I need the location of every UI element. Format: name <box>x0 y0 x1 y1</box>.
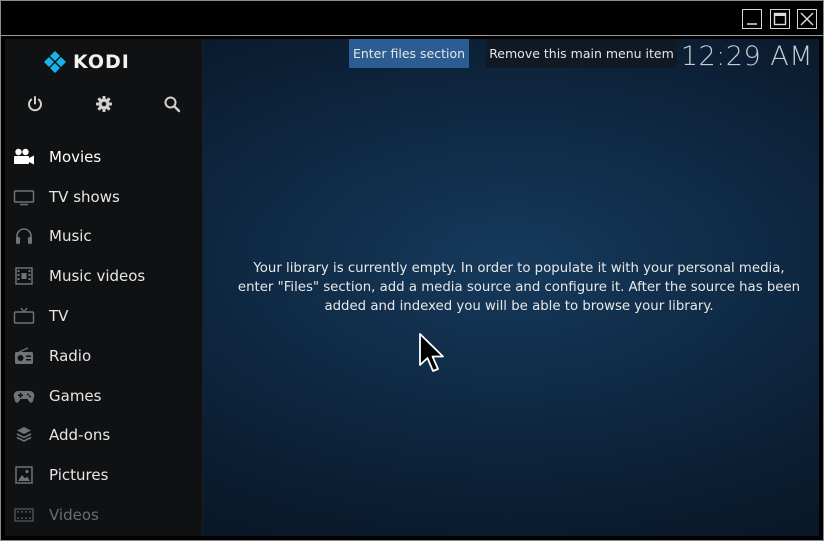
close-icon <box>800 12 814 26</box>
sidebar-item-tv[interactable]: TV <box>5 296 202 336</box>
gamepad-icon <box>13 387 35 405</box>
sidebar-item-label: Add-ons <box>49 426 111 445</box>
sidebar-item-music[interactable]: Music <box>5 217 202 257</box>
sidebar-item-label: Movies <box>49 147 102 166</box>
sidebar-item-videos[interactable]: Videos <box>5 495 202 535</box>
film-strip-icon <box>13 267 35 286</box>
sidebar-item-label: Radio <box>49 346 92 365</box>
main-menu: Movies TV shows Music Music videos TV Ra… <box>5 137 202 535</box>
sidebar-item-label: Pictures <box>49 466 109 485</box>
remove-main-menu-item-button[interactable]: Remove this main menu item <box>486 39 677 68</box>
enter-files-section-button[interactable]: Enter files section <box>349 39 469 68</box>
minimize-icon <box>747 23 757 25</box>
picture-icon <box>13 466 35 485</box>
sidebar-item-label: TV shows <box>49 187 120 206</box>
sidebar-item-pictures[interactable]: Pictures <box>5 455 202 495</box>
sidebar-item-label: Music videos <box>49 267 146 286</box>
maximize-icon <box>773 12 787 26</box>
search-button[interactable] <box>163 95 181 113</box>
sidebar-item-games[interactable]: Games <box>5 376 202 416</box>
clock: 12:29 AM <box>680 41 813 72</box>
movie-camera-icon <box>13 148 35 166</box>
sidebar-item-radio[interactable]: Radio <box>5 336 202 376</box>
tv-icon <box>13 188 35 206</box>
logo-text: KODI <box>73 51 130 73</box>
title-bar <box>1 1 823 36</box>
mouse-cursor-icon <box>419 333 444 372</box>
video-icon <box>13 506 35 524</box>
kodi-app: KODI Movies TV shows Music Music videos … <box>5 39 819 536</box>
power-button[interactable] <box>26 95 44 113</box>
radio-icon <box>13 347 35 365</box>
sidebar-item-label: Games <box>49 386 102 405</box>
sidebar: KODI Movies TV shows Music Music videos … <box>5 39 203 536</box>
sidebar-item-label: Videos <box>49 506 99 525</box>
close-button[interactable] <box>797 9 817 29</box>
app-window: KODI Movies TV shows Music Music videos … <box>0 0 824 541</box>
sidebar-item-label: TV <box>49 307 69 326</box>
minimize-button[interactable] <box>742 9 762 29</box>
sidebar-item-add-ons[interactable]: Add-ons <box>5 416 202 456</box>
sidebar-item-label: Music <box>49 227 92 246</box>
headphones-icon <box>13 227 35 245</box>
power-icon <box>28 96 42 112</box>
search-icon <box>164 96 181 113</box>
gear-icon <box>96 96 112 112</box>
empty-library-message: Your library is currently empty. In orde… <box>237 261 801 314</box>
tv-antenna-icon <box>13 307 35 325</box>
sidebar-item-music-videos[interactable]: Music videos <box>5 256 202 296</box>
maximize-button[interactable] <box>770 9 790 29</box>
kodi-logo-icon <box>44 51 66 73</box>
sidebar-item-movies[interactable]: Movies <box>5 137 202 177</box>
kodi-logo: KODI <box>43 50 130 74</box>
sidebar-item-tv-shows[interactable]: TV shows <box>5 177 202 217</box>
settings-button[interactable] <box>95 95 113 113</box>
addons-box-icon <box>13 426 35 444</box>
